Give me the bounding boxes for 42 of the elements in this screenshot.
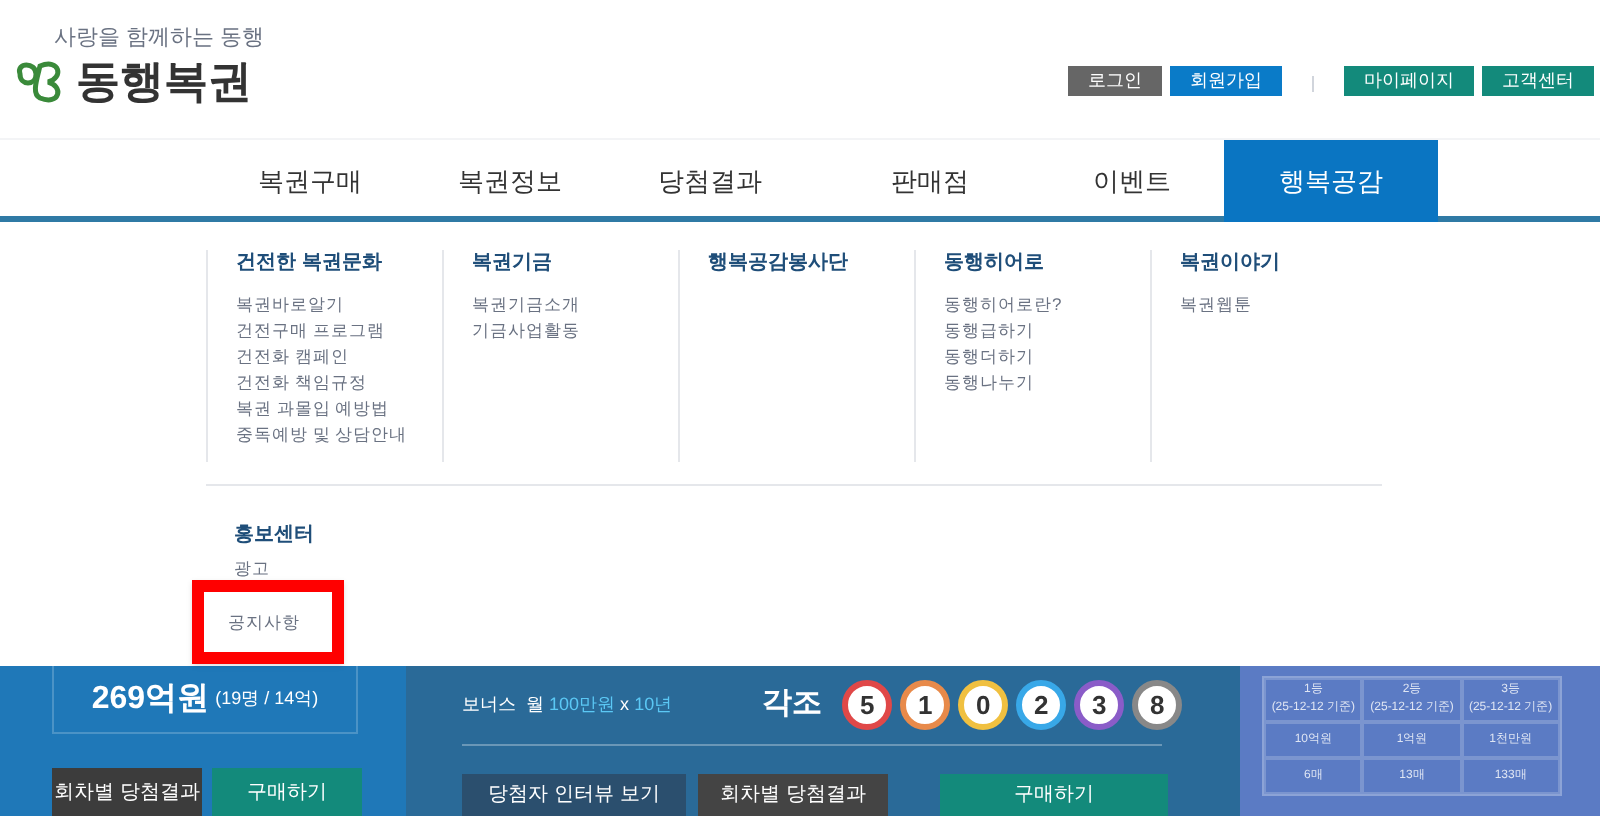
nav-tab[interactable]: 당첨결과 <box>600 140 820 222</box>
jackpot-detail: (19명 / 14억) <box>215 685 319 712</box>
logo-tagline: 사랑을 함께하는 동행 <box>54 26 265 52</box>
menu-item[interactable]: 건전화 캠페인 <box>236 344 442 370</box>
group-label: 각조 <box>762 684 823 725</box>
menu-item[interactable]: 공지사항 <box>228 609 300 635</box>
menu-item[interactable]: 광고 <box>234 556 1600 582</box>
logo-title[interactable]: 동행복권 <box>76 56 252 108</box>
nav-tab[interactable]: 행복공감 <box>1224 140 1438 222</box>
menu-heading[interactable]: 행복공감봉사단 <box>708 250 914 276</box>
nav-tab[interactable]: 복권정보 <box>420 140 600 222</box>
menu-item[interactable]: 복권기금소개 <box>472 292 678 318</box>
menu-item[interactable]: 복권웹툰 <box>1180 292 1386 318</box>
menu-item[interactable]: 동행히어로란? <box>944 292 1150 318</box>
menu-heading[interactable]: 동행히어로 <box>944 250 1150 276</box>
header-button[interactable]: 마이페이지 <box>1344 66 1474 96</box>
menu-item[interactable]: 복권 과몰입 예방법 <box>236 396 442 422</box>
menu-heading[interactable]: 건전한 복권문화 <box>236 250 442 276</box>
header-button[interactable]: 회원가입 <box>1170 66 1282 96</box>
menu-heading[interactable]: 복권기금 <box>472 250 678 276</box>
bonus-text: 보너스 월 100만원 x 10년 <box>462 691 673 718</box>
menu-item[interactable]: 동행급하기 <box>944 318 1150 344</box>
menu-item[interactable]: 중독예방 및 상담안내 <box>236 422 442 448</box>
menu-heading[interactable]: 복권이야기 <box>1180 250 1386 276</box>
menu-item[interactable]: 동행더하기 <box>944 344 1150 370</box>
menu-heading[interactable]: 홍보센터 <box>234 522 1600 548</box>
action-button[interactable]: 구매하기 <box>212 768 362 816</box>
action-button[interactable]: 당첨자 인터뷰 보기 <box>462 774 686 816</box>
menu-item[interactable]: 건전구매 프로그램 <box>236 318 442 344</box>
action-button[interactable]: 회차별 당첨결과 <box>698 774 888 816</box>
nav-tab[interactable]: 이벤트 <box>1040 140 1224 222</box>
nav-tab[interactable]: 복권구매 <box>200 140 420 222</box>
action-button[interactable]: 회차별 당첨결과 <box>52 768 202 816</box>
menu-item[interactable]: 건전화 책임규정 <box>236 370 442 396</box>
menu-item[interactable]: 복권바로알기 <box>236 292 442 318</box>
jackpot-amount: 269억원 <box>91 679 210 719</box>
header-button[interactable]: 로그인 <box>1068 66 1162 96</box>
menu-item[interactable]: 동행나누기 <box>944 370 1150 396</box>
action-button[interactable]: 구매하기 <box>940 774 1168 816</box>
header-button[interactable]: 고객센터 <box>1482 66 1594 96</box>
menu-item[interactable]: 기금사업활동 <box>472 318 678 344</box>
nav-tab[interactable]: 판매점 <box>820 140 1040 222</box>
